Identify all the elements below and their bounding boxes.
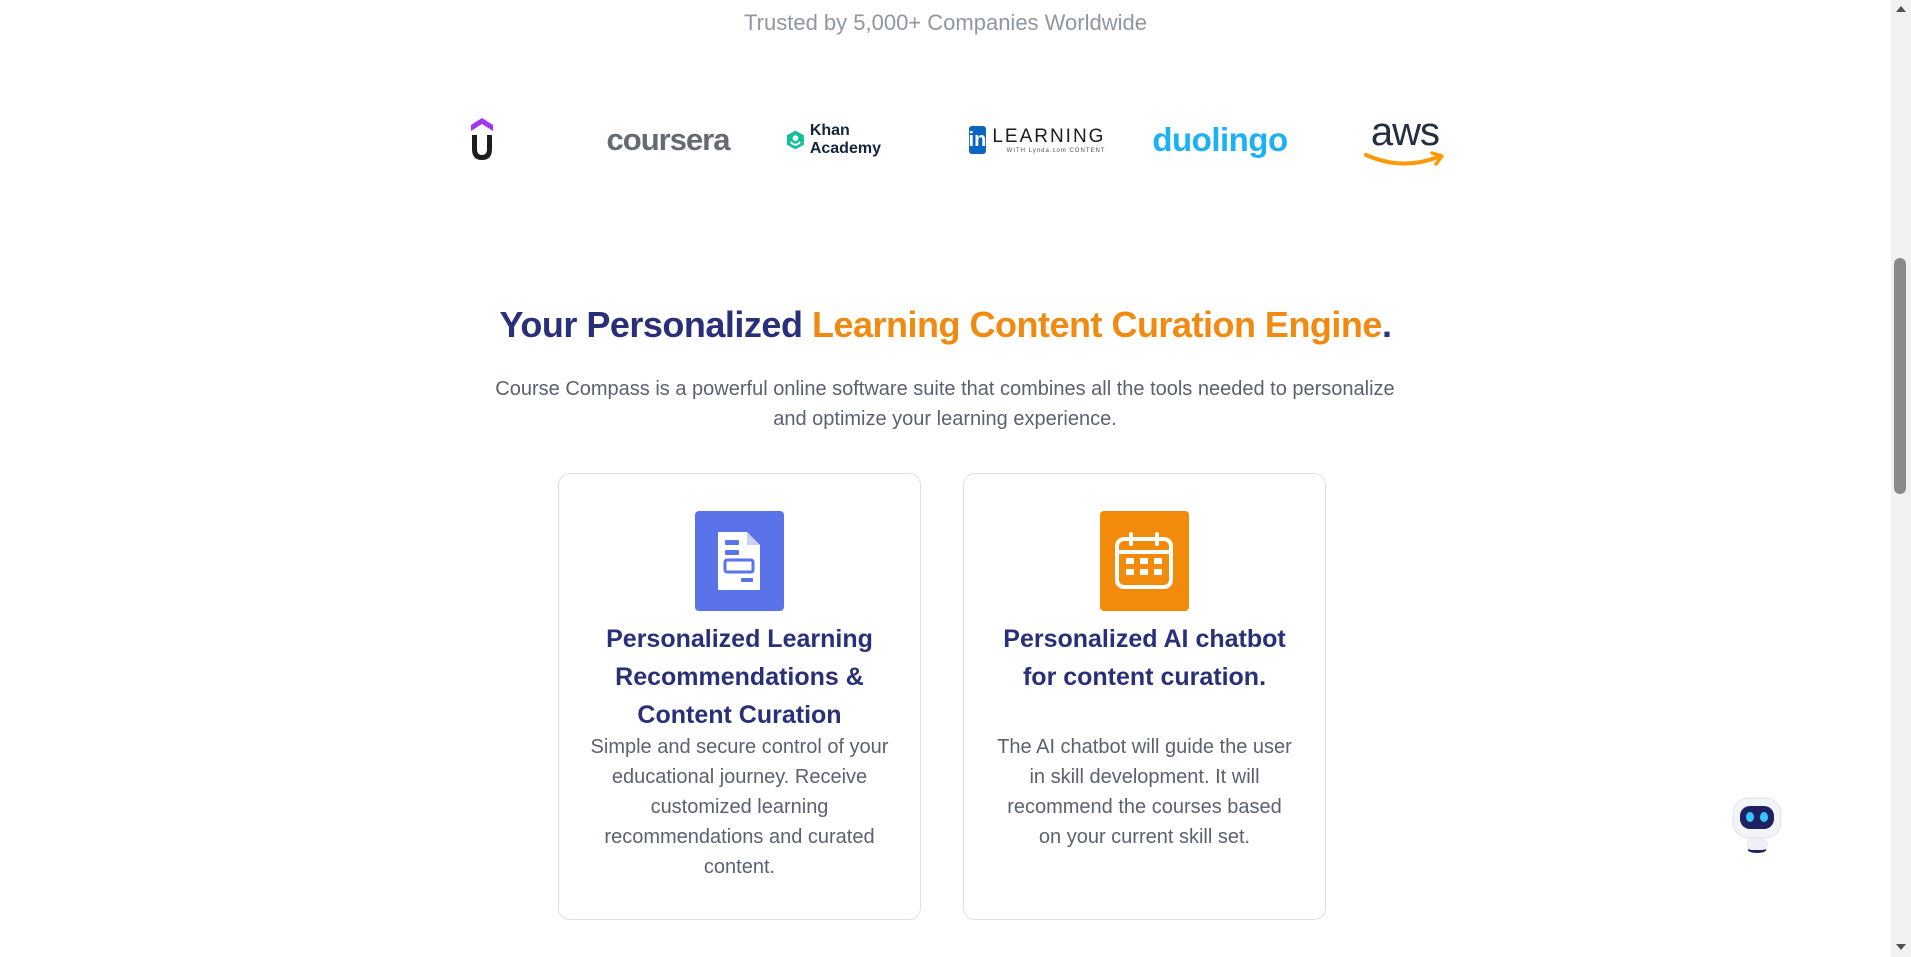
chatbot-launcher-button[interactable] [1730, 794, 1784, 854]
partner-logos: coursera Khan Academy in LEARNING WITH L… [0, 110, 1891, 170]
duolingo-logo: duolingo [1152, 121, 1288, 158]
feature-title: Personalized Learning Recommendations & … [606, 625, 873, 729]
hero-description: Course Compass is a powerful online soft… [495, 378, 1395, 430]
linkedin-badge: in [968, 126, 987, 154]
linkedin-learning-logo: in LEARNING WITH Lynda.com CONTENT [968, 110, 1106, 170]
robot-chatbot-icon [1732, 797, 1782, 853]
hero-headline: Your Personalized Learning Content Curat… [0, 304, 1891, 346]
vertical-scrollbar[interactable] [1891, 0, 1911, 957]
headline-highlight: Learning Content Curation Engine [811, 304, 1382, 345]
aws-text: aws [1370, 110, 1440, 154]
khan-academy-hexagon-icon [786, 130, 804, 150]
scroll-down-arrow-icon[interactable] [1896, 944, 1906, 950]
coursera-logo: coursera [606, 122, 731, 157]
udemy-logo [460, 110, 504, 170]
scroll-up-arrow-icon[interactable] [1896, 6, 1906, 12]
scrollbar-thumb[interactable] [1894, 258, 1906, 494]
linkedin-learning-text: LEARNING [992, 125, 1106, 147]
feature-title: Personalized AI chatbot for content cura… [1003, 625, 1286, 691]
linkedin-learning-subtext: WITH Lynda.com CONTENT [1006, 147, 1106, 154]
feature-description: Simple and secure control of your educat… [590, 736, 889, 878]
calendar-icon [1099, 511, 1189, 611]
headline-part-1: Your Personalized [499, 304, 812, 345]
aws-logo: aws [1360, 110, 1450, 170]
feature-card-chatbot: Personalized AI chatbot for content cura… [963, 473, 1326, 920]
khan-academy-logo: Khan Academy [786, 110, 918, 170]
page: Trusted by 5,000+ Companies Worldwide co… [0, 0, 1891, 957]
headline-period: . [1381, 304, 1392, 345]
trusted-heading: Trusted by 5,000+ Companies Worldwide [744, 10, 1147, 35]
khan-academy-text: Khan Academy [809, 122, 881, 157]
feature-description: The AI chatbot will guide the user in sk… [997, 736, 1292, 848]
document-icon [694, 511, 784, 611]
feature-card-recommendations: Personalized Learning Recommendations & … [558, 473, 921, 920]
aws-smile-icon [1364, 151, 1444, 166]
udemy-logo-icon [471, 118, 493, 160]
